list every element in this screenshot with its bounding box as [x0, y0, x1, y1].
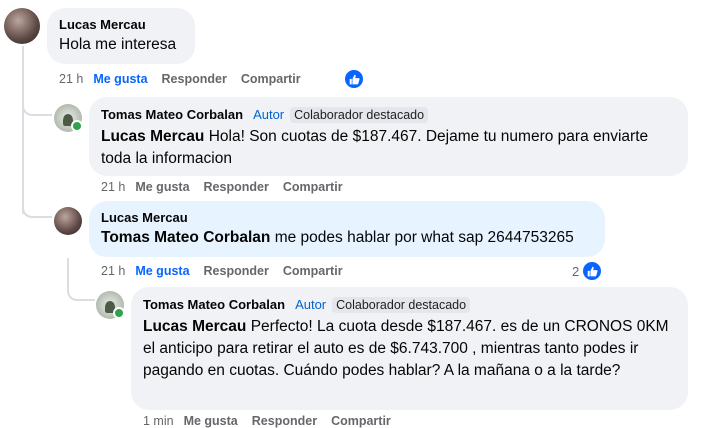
comment-author[interactable]: Lucas Mercau: [101, 210, 593, 225]
reaction-count[interactable]: 2: [572, 264, 579, 279]
comment-bubble: Tomas Mateo Corbalan Autor Colaborador des…: [89, 97, 688, 176]
comment-timestamp[interactable]: 21 h: [101, 180, 125, 194]
thread-line: [67, 258, 69, 288]
comment-actions: 21 h Me gusta Responder Compartir: [101, 264, 357, 278]
avatar[interactable]: [4, 8, 40, 44]
comment-timestamp[interactable]: 21 h: [101, 264, 125, 278]
thread-connector: [67, 285, 95, 301]
thread-connector: [22, 100, 52, 116]
comment-body: me podes hablar por what sap 2644753265: [270, 229, 574, 246]
comment-bubble: Tomas Mateo Corbalan Autor Colaborador des…: [131, 287, 688, 410]
reply-button[interactable]: Responder: [252, 414, 317, 428]
like-button[interactable]: Me gusta: [135, 180, 189, 194]
like-button[interactable]: Me gusta: [93, 72, 147, 86]
mention-link[interactable]: Lucas Mercau: [143, 318, 246, 335]
like-button[interactable]: Me gusta: [135, 264, 189, 278]
share-button[interactable]: Compartir: [241, 72, 301, 86]
like-reaction-icon[interactable]: [343, 68, 365, 90]
thread-line: [22, 46, 24, 214]
mention-link[interactable]: Tomas Mateo Corbalan: [101, 229, 270, 246]
comment-header: Tomas Mateo Corbalan Autor Colaborador des…: [101, 106, 676, 124]
avatar[interactable]: [54, 207, 82, 235]
top-contributor-badge: Colaborador destacado: [332, 297, 471, 313]
like-reaction-icon[interactable]: [581, 260, 603, 282]
reply-button[interactable]: Responder: [162, 72, 227, 86]
comment-text: Lucas Mercau Hola! Son cuotas de $187.46…: [101, 126, 676, 170]
comment-bubble: Lucas Mercau Hola me interesa: [47, 8, 195, 64]
comment-author[interactable]: Lucas Mercau: [59, 17, 183, 32]
mention-link[interactable]: Lucas Mercau: [101, 128, 204, 145]
comment-author[interactable]: Tomas Mateo Corbalan: [101, 107, 243, 122]
reply-button[interactable]: Responder: [204, 180, 269, 194]
comment-actions: 21 h Me gusta Responder Compartir: [101, 180, 357, 194]
share-button[interactable]: Compartir: [283, 264, 343, 278]
share-button[interactable]: Compartir: [283, 180, 343, 194]
comment-text: Tomas Mateo Corbalan me podes hablar por…: [101, 227, 593, 249]
comment-author[interactable]: Tomas Mateo Corbalan: [143, 297, 285, 312]
comment-timestamp[interactable]: 21 h: [59, 72, 83, 86]
comment-text: Lucas Mercau Perfecto! La cuota desde $1…: [143, 316, 676, 382]
share-button[interactable]: Compartir: [331, 414, 391, 428]
author-tag: Autor: [253, 107, 285, 122]
comment-text: Hola me interesa: [59, 36, 177, 53]
comment-actions: 21 h Me gusta Responder Compartir: [59, 72, 315, 86]
online-status-icon: [113, 307, 125, 319]
online-status-icon: [71, 120, 83, 132]
author-tag: Autor: [295, 297, 327, 312]
comment-header: Tomas Mateo Corbalan Autor Colaborador des…: [143, 296, 676, 314]
top-contributor-badge: Colaborador destacado: [290, 107, 429, 123]
like-button[interactable]: Me gusta: [184, 414, 238, 428]
comment-timestamp[interactable]: 1 min: [143, 414, 174, 428]
reply-button[interactable]: Responder: [204, 264, 269, 278]
comment-actions: 1 min Me gusta Responder Compartir: [143, 414, 405, 428]
thread-connector: [22, 190, 52, 218]
comment-bubble: Lucas Mercau Tomas Mateo Corbalan me pod…: [89, 201, 605, 257]
